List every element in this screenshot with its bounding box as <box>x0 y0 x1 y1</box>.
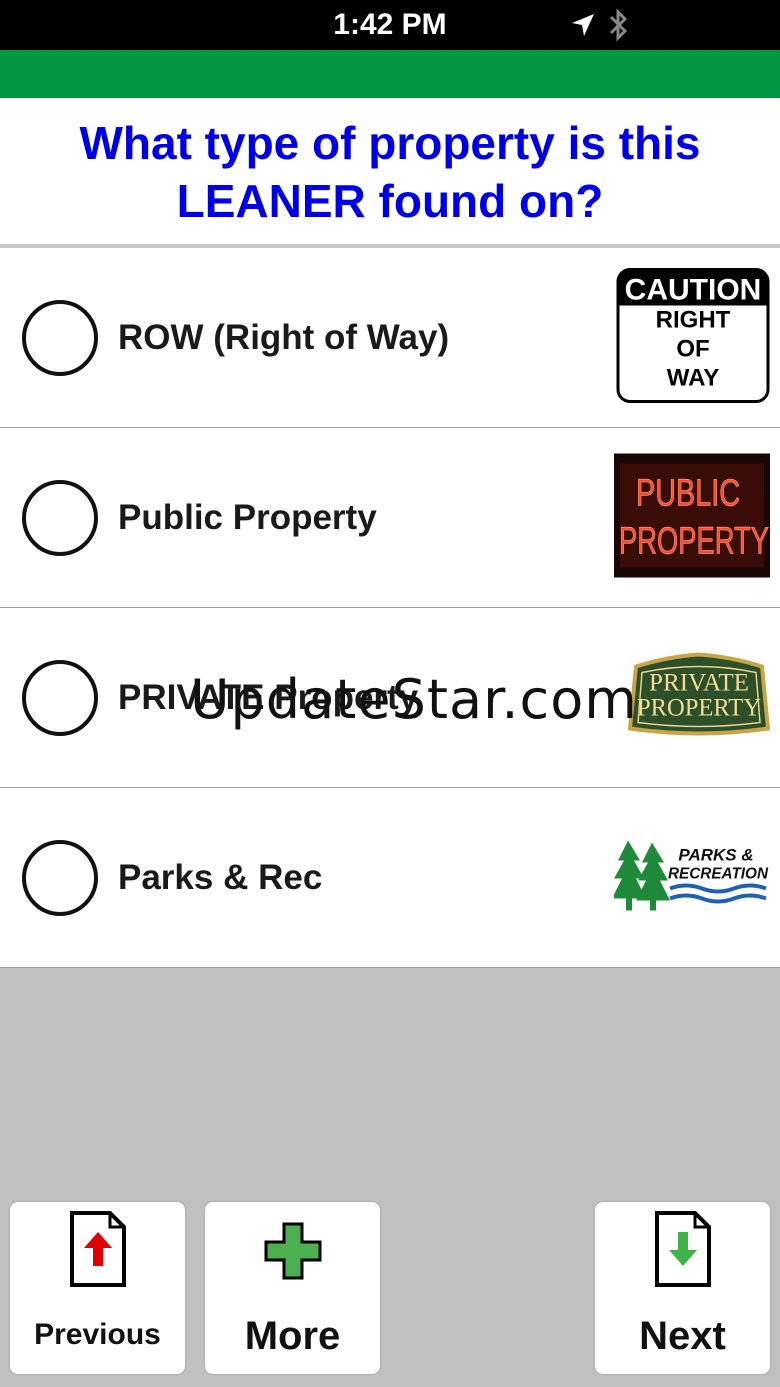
sign-caution-text: CAUTION <box>625 273 762 306</box>
logo-recreation-text: RECREATION <box>668 865 768 882</box>
radio-button[interactable] <box>22 479 98 556</box>
bluetooth-icon <box>608 8 630 47</box>
public-property-neon-sign-image: PUBLIC PROPERTY <box>614 453 770 582</box>
header-green-bar <box>0 50 780 98</box>
radio-button[interactable] <box>22 659 98 736</box>
sign-of-text: OF <box>676 335 709 362</box>
next-button[interactable]: Next <box>595 1202 770 1374</box>
option-label: Public Property <box>118 497 377 537</box>
answer-options-list: ROW (Right of Way) CAUTION RIGHT OF WAY … <box>0 248 780 968</box>
sign-way-text: WAY <box>667 364 719 391</box>
option-row[interactable]: Parks & Rec PARKS & RECREATION <box>0 788 780 968</box>
previous-button-label: Previous <box>34 1318 161 1351</box>
parks-recreation-logo-image: PARKS & RECREATION <box>612 838 770 917</box>
previous-button[interactable]: Previous <box>10 1202 185 1374</box>
document-down-arrow-icon <box>653 1210 713 1293</box>
caution-right-of-way-sign-image: CAUTION RIGHT OF WAY <box>616 267 770 408</box>
status-bar: 1:42 PM <box>0 0 780 50</box>
option-label: ROW (Right of Way) <box>118 317 450 357</box>
radio-button[interactable] <box>22 299 98 376</box>
watermark-text: UpdateStar.com <box>190 668 638 731</box>
question-text: What type of property is this LEANER fou… <box>0 114 780 230</box>
private-property-plaque-image: PRIVATE PROPERTY <box>627 651 771 743</box>
question-panel: What type of property is this LEANER fou… <box>0 98 780 248</box>
sign-right-text: RIGHT <box>656 306 731 333</box>
neon-property-text: PROPERTY <box>619 520 769 562</box>
option-label: Parks & Rec <box>118 857 323 897</box>
document-up-arrow-icon <box>68 1210 128 1293</box>
next-button-label: Next <box>639 1314 726 1358</box>
question-line-2: LEANER found on? <box>176 175 604 227</box>
option-row[interactable]: ROW (Right of Way) CAUTION RIGHT OF WAY <box>0 248 780 428</box>
location-arrow-icon <box>570 12 596 43</box>
logo-parks-text: PARKS & <box>678 845 753 864</box>
more-button-label: More <box>244 1314 341 1358</box>
more-button[interactable]: More <box>205 1202 380 1374</box>
radio-button[interactable] <box>22 839 98 916</box>
plaque-private-text: PRIVATE <box>649 669 749 696</box>
neon-public-text: PUBLIC <box>636 472 740 514</box>
plaque-property-text: PROPERTY <box>637 694 761 721</box>
option-row[interactable]: Public Property PUBLIC PROPERTY <box>0 428 780 608</box>
plus-icon <box>264 1222 322 1285</box>
question-line-1: What type of property is this <box>79 117 701 169</box>
status-time: 1:42 PM <box>333 8 447 41</box>
